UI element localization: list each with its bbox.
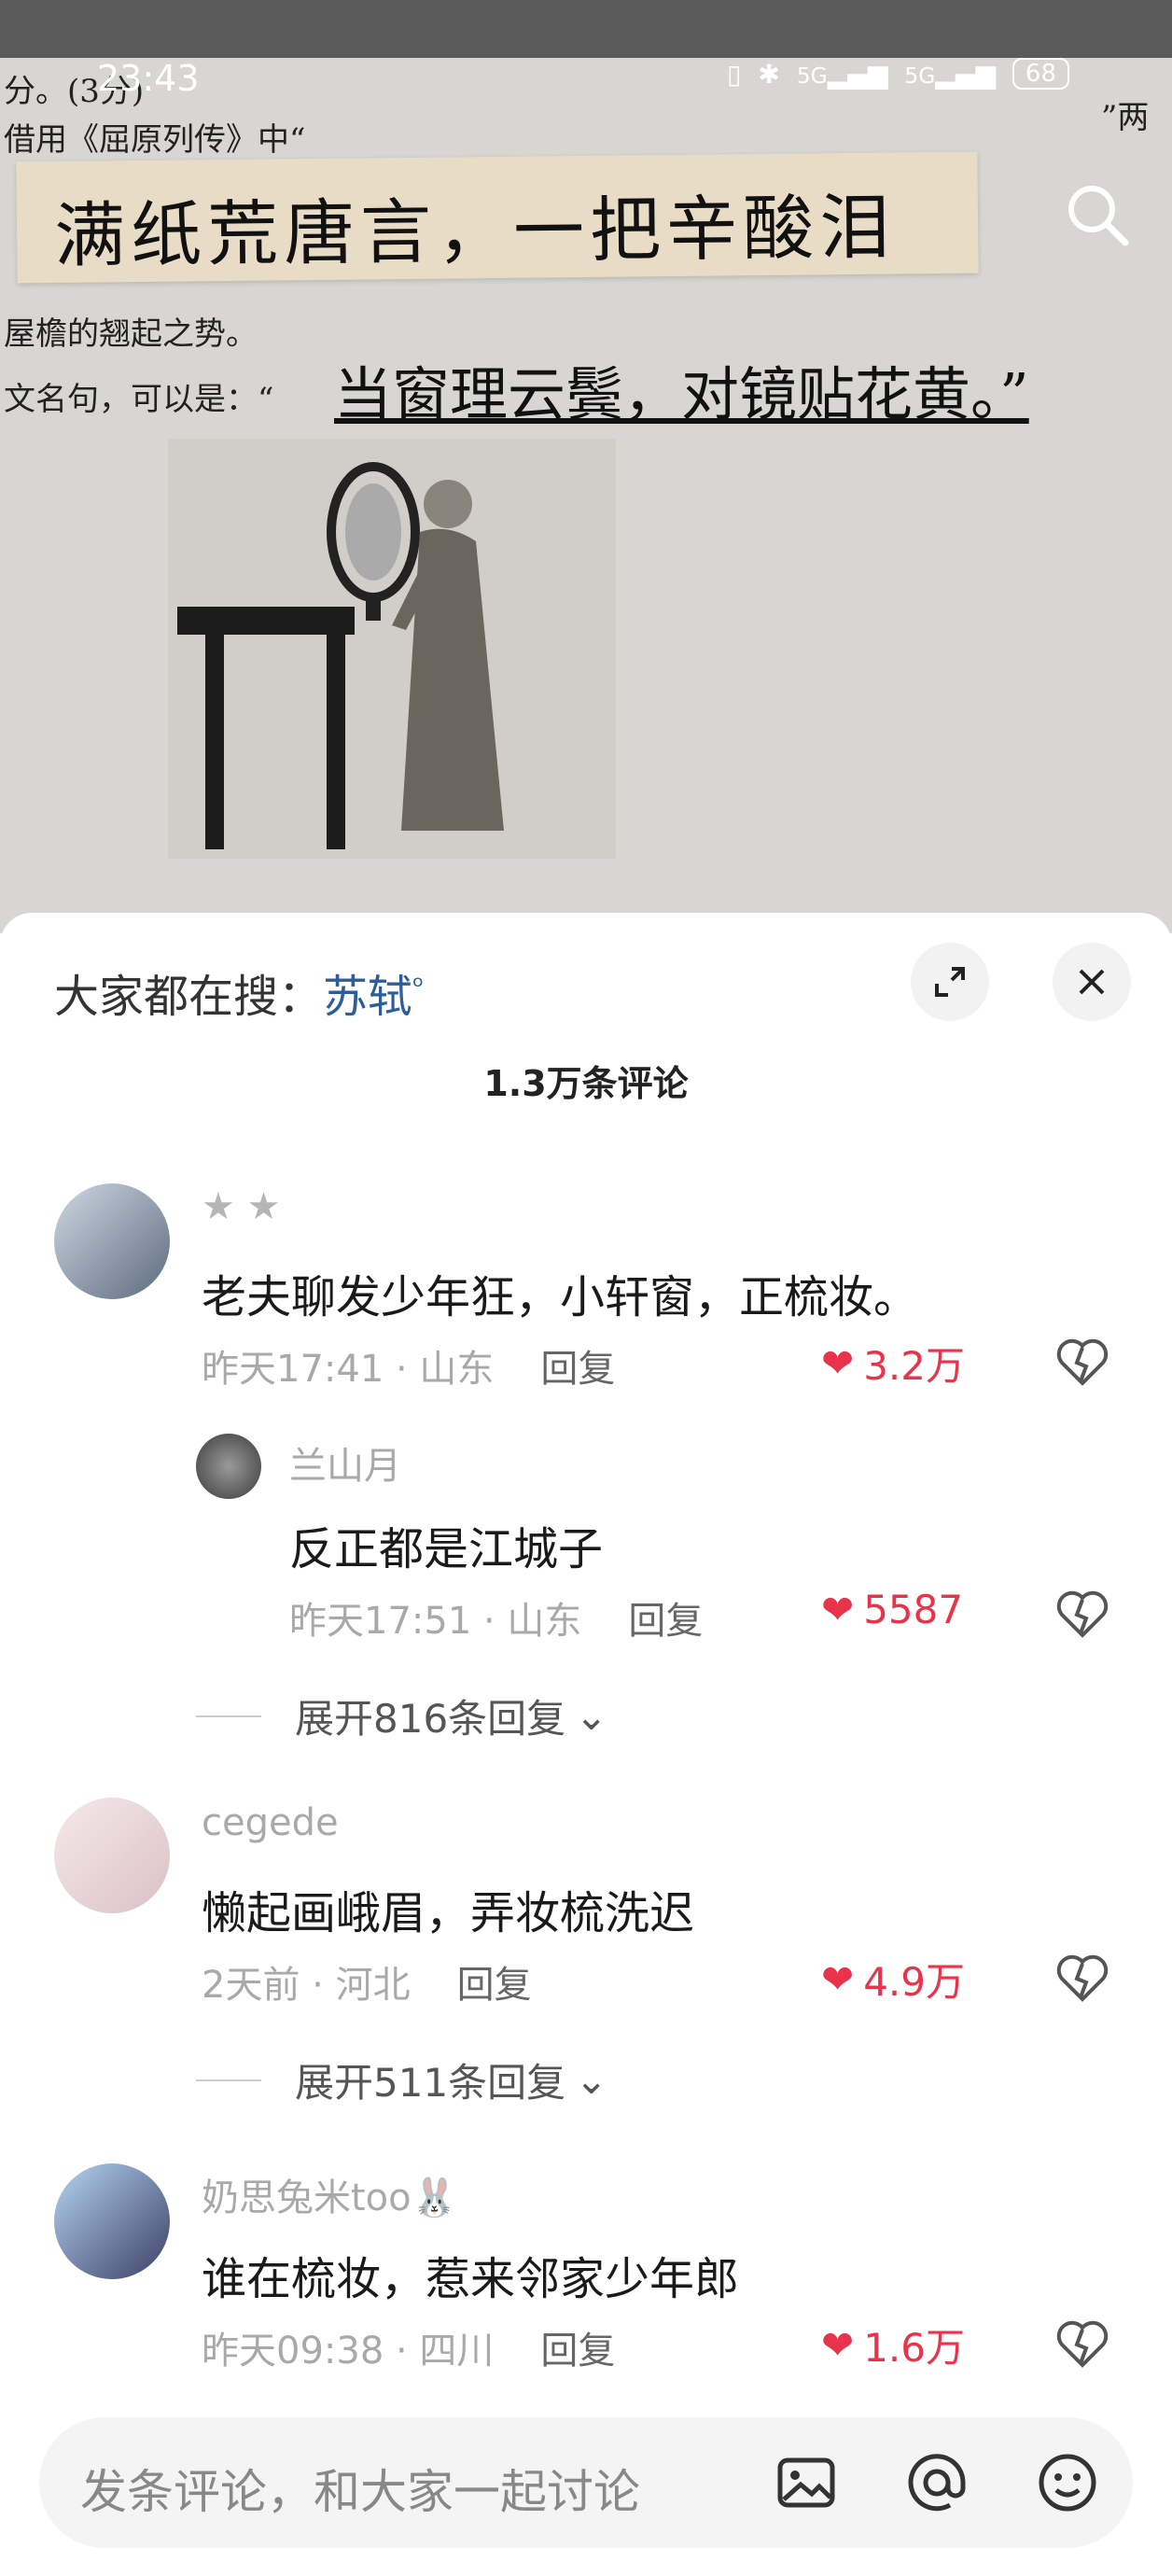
like-count: 4.9万 [863, 1959, 965, 2005]
dislike-icon[interactable] [1054, 1335, 1110, 1391]
handwritten-quote: 当窗理云鬓，对镜贴花黄。” [334, 360, 1029, 428]
search-icon[interactable] [1060, 177, 1135, 252]
chevron-down-icon: ⌄ [575, 1693, 608, 1739]
comment-time: 昨天09:38 · 四川 [202, 2330, 495, 2373]
comment-username[interactable]: 奶思兔米too🐰 [202, 2167, 457, 2221]
comment-time: 昨天17:51 · 山东 [289, 1600, 582, 1643]
sticker-text: 满纸荒唐言，一把辛酸泪 [53, 185, 897, 277]
dislike-icon[interactable] [1054, 1587, 1110, 1643]
like-button[interactable]: ❤ 1.6万 [821, 2317, 965, 2373]
dislike-icon[interactable] [1054, 1951, 1110, 2007]
bluetooth-icon: ✱ [758, 58, 780, 90]
avatar[interactable] [54, 1798, 170, 1913]
close-icon [1079, 969, 1105, 995]
comment-text[interactable]: 懒起画峨眉，弄妆梳洗迟 [202, 1876, 694, 1941]
comment-time: 2天前 · 河北 [202, 1964, 411, 2007]
comment-username[interactable]: ★ ★ [202, 1185, 280, 1228]
heart-icon: ❤ [821, 2322, 855, 2368]
like-button[interactable]: ❤ 5587 [821, 1587, 963, 1632]
paper-line: 屋檐的翘起之势。 [4, 315, 258, 353]
status-bar-bg [0, 0, 1172, 58]
paper-line: 文名句，可以是：“ [4, 381, 274, 418]
dislike-icon[interactable] [1054, 2317, 1110, 2373]
avatar[interactable] [196, 1434, 261, 1499]
vibrate-icon: ▯ [726, 58, 742, 90]
comment-input[interactable]: 发条评论，和大家一起讨论 [39, 2417, 1133, 2548]
like-count: 5587 [863, 1587, 964, 1632]
comment-text[interactable]: 反正都是江城子 [289, 1512, 603, 1577]
reply-button[interactable]: 回复 [540, 1348, 615, 1391]
image-icon[interactable] [773, 2449, 840, 2516]
like-count: 1.6万 [863, 2325, 965, 2371]
like-count: 3.2万 [863, 1343, 965, 1389]
expand-replies-label: 展开511条回复 [295, 2060, 566, 2106]
reply-button[interactable]: 回复 [628, 1600, 703, 1643]
comment-meta: 2天前 · 河北 回复 [202, 1954, 532, 2009]
video-frame[interactable]: 分。(3分) 借用《屈原列传》中“ ”两 屋檐的翘起之势。 文名句，可以是：“ … [0, 0, 1172, 933]
fullscreen-button[interactable] [911, 943, 989, 1021]
like-button[interactable]: ❤ 3.2万 [821, 1335, 965, 1392]
comment-count: 1.3万条评论 [483, 1063, 689, 1104]
avatar[interactable] [54, 1183, 170, 1299]
divider [196, 1715, 261, 1717]
comment-username[interactable]: cegede [202, 1801, 339, 1844]
comment-text[interactable]: 老夫聊发少年狂，小轩窗，正梳妆。 [202, 1260, 918, 1325]
expand-icon [935, 967, 965, 997]
expand-replies-label: 展开816条回复 [295, 1696, 566, 1742]
expand-replies[interactable]: 展开511条回复 ⌄ [196, 2051, 607, 2108]
heart-icon: ❤ [821, 1587, 855, 1632]
heart-icon: ❤ [821, 1956, 855, 2002]
hot-search-label: 大家都在搜： [54, 971, 324, 1023]
status-icons: ▯ ✱ 5G▂▄▆ 5G▂▄▆ 68 [727, 58, 1069, 90]
close-button[interactable] [1053, 943, 1131, 1021]
comment-text[interactable]: 谁在梳妆，惹来邻家少年郎 [202, 2242, 739, 2307]
expand-replies[interactable]: 展开816条回复 ⌄ [196, 1687, 607, 1744]
battery-icon: 68 [1012, 58, 1069, 90]
search-icon: ᵒ [412, 971, 425, 1003]
like-button[interactable]: ❤ 4.9万 [821, 1951, 965, 2008]
hot-search-keyword[interactable]: 苏轼 [323, 971, 412, 1023]
comment-meta: 昨天17:41 · 山东 回复 [202, 1338, 615, 1393]
emoji-icon[interactable] [1034, 2449, 1101, 2516]
comment-input-placeholder: 发条评论，和大家一起讨论 [80, 2465, 640, 2519]
divider [196, 2079, 261, 2081]
scholar-mirror-illustration [168, 439, 616, 859]
status-time: 23:43 [97, 58, 200, 99]
reply-button[interactable]: 回复 [457, 1964, 532, 2007]
comment-sheet: 大家都在搜：苏轼ᵒ 1.3万条评论 ★ ★ 老夫聊发少年狂，小轩窗，正梳妆。 昨… [0, 913, 1172, 2576]
chevron-down-icon: ⌄ [575, 2057, 608, 2103]
signal-icon: 5G▂▄▆ [796, 58, 888, 90]
reply-button[interactable]: 回复 [540, 2330, 615, 2373]
heart-icon: ❤ [821, 1340, 855, 1386]
comment-time: 昨天17:41 · 山东 [202, 1348, 495, 1391]
comment-meta: 昨天09:38 · 四川 回复 [202, 2320, 615, 2374]
title-sticker: 满纸荒唐言，一把辛酸泪 [16, 151, 979, 284]
comment-meta: 昨天17:51 · 山东 回复 [289, 1590, 703, 1645]
signal-icon: 5G▂▄▆ [904, 58, 996, 90]
hot-search[interactable]: 大家都在搜：苏轼ᵒ [54, 959, 424, 1025]
at-mention-icon[interactable] [903, 2449, 970, 2516]
comment-username[interactable]: 兰山月 [289, 1435, 401, 1490]
paper-line: 借用《屈原列传》中“ [4, 121, 306, 159]
avatar[interactable] [54, 2163, 170, 2279]
paper-line: ”两 [1101, 99, 1150, 136]
